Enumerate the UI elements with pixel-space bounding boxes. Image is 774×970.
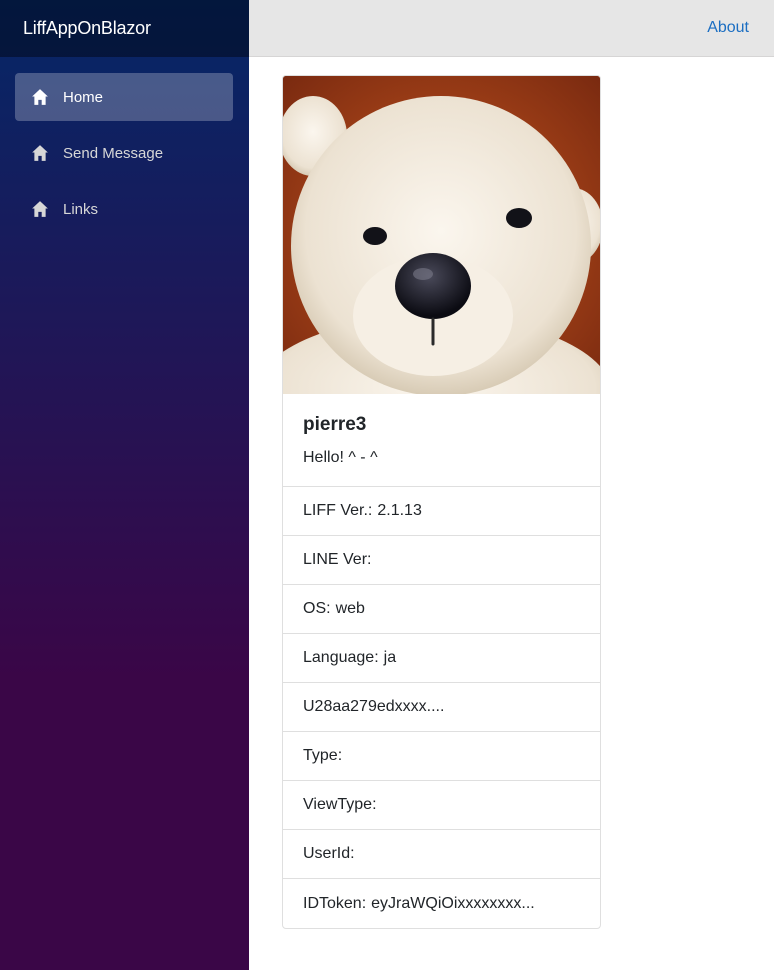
info-label: OS: [303,600,331,617]
info-label: Type: [303,747,343,764]
display-name: pierre3 [303,414,367,435]
about-link[interactable]: About [707,19,749,37]
status-message: Hello! ^ - ^ [303,449,378,466]
language-item: Language: ja [283,634,600,683]
brand-bar: LiffAppOnBlazor [0,0,249,57]
info-label: UserId: [303,845,355,862]
home-icon [31,200,49,218]
brand-link[interactable]: LiffAppOnBlazor [23,18,151,39]
info-value: ja [383,649,397,666]
type-item: Type: [283,732,600,781]
nav-menu: Home Send Message Links [0,57,249,233]
sidebar: LiffAppOnBlazor Home Send Message Links [0,0,249,970]
info-value: U28aa279edxxxx.... [303,698,445,715]
sidebar-item-send-message[interactable]: Send Message [15,129,233,177]
home-icon [31,144,49,162]
info-label: LINE Ver: [303,551,372,568]
sidebar-item-label: Links [63,200,99,218]
liff-version-item: LIFF Ver.: 2.1.13 [283,487,600,536]
info-list: LIFF Ver.: 2.1.13 LINE Ver: OS: web Lang… [283,486,600,928]
os-item: OS: web [283,585,600,634]
info-label: Language: [303,649,379,666]
info-value: 2.1.13 [377,502,422,519]
card-body: pierre3 Hello! ^ - ^ [283,394,600,486]
top-row: About [249,0,774,57]
profile-card: pierre3 Hello! ^ - ^ LIFF Ver.: 2.1.13 L… [282,75,601,929]
home-icon [31,88,49,106]
context-id-item: U28aa279edxxxx.... [283,683,600,732]
info-value: eyJraWQiOixxxxxxxx... [371,894,535,912]
sidebar-item-label: Send Message [63,144,164,162]
sidebar-item-home[interactable]: Home [15,73,233,121]
profile-picture [283,76,600,394]
sidebar-item-label: Home [63,88,104,106]
line-version-item: LINE Ver: [283,536,600,585]
id-token-item: IDToken: eyJraWQiOixxxxxxxx... [283,879,600,928]
info-label: LIFF Ver.: [303,502,373,519]
info-label: IDToken: [303,894,367,912]
sidebar-item-links[interactable]: Links [15,185,233,233]
info-label: ViewType: [303,796,377,813]
info-value: web [335,600,365,617]
user-id-item: UserId: [283,830,600,879]
view-type-item: ViewType: [283,781,600,830]
